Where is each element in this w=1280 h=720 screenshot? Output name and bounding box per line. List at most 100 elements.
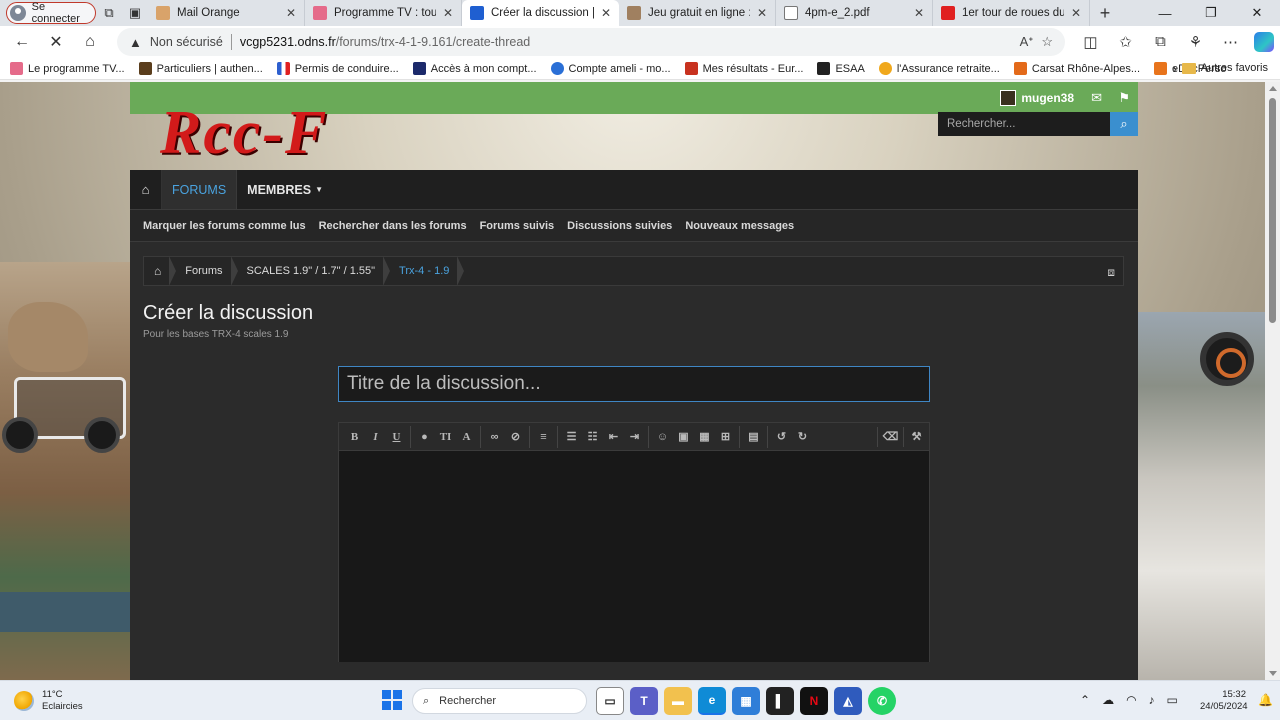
- cloud-icon[interactable]: ☁: [1102, 693, 1114, 707]
- chevron-up-icon[interactable]: ⌃: [1080, 693, 1090, 707]
- outdent-icon[interactable]: ⇤: [603, 427, 624, 447]
- home-icon[interactable]: ⌂: [130, 170, 162, 209]
- warning-icon[interactable]: ▲: [129, 35, 142, 50]
- read-aloud-icon[interactable]: Aᐩ: [1020, 34, 1034, 50]
- whatsapp-icon[interactable]: ✆: [868, 687, 896, 715]
- url-host[interactable]: vcgp5231.odns.fr: [240, 35, 336, 49]
- bullet-list-icon[interactable]: ☰: [561, 427, 582, 447]
- save-draft-icon[interactable]: ▤: [743, 427, 764, 447]
- favorite-item[interactable]: Carsat Rhône-Alpes...: [1013, 62, 1140, 75]
- close-tab-icon[interactable]: ✕: [601, 6, 611, 20]
- link-icon[interactable]: ∞: [484, 427, 505, 447]
- flag-icon[interactable]: ⚑: [1118, 90, 1130, 106]
- home-icon[interactable]: ⌂: [73, 28, 107, 56]
- minimize-icon[interactable]: —: [1142, 0, 1188, 26]
- scroll-up-icon[interactable]: [1269, 86, 1277, 91]
- photo-app-icon[interactable]: ◭: [834, 687, 862, 715]
- favorite-star-icon[interactable]: ☆: [1041, 34, 1053, 50]
- favorite-item[interactable]: Particuliers | authen...: [138, 62, 263, 75]
- edge-icon[interactable]: e: [698, 687, 726, 715]
- subnav-watched-forums[interactable]: Forums suivis: [480, 220, 555, 232]
- undo-icon[interactable]: ↺: [771, 427, 792, 447]
- media-icon[interactable]: ▦: [694, 427, 715, 447]
- eraser-icon[interactable]: ⌫: [877, 426, 903, 447]
- windows-start-icon[interactable]: [382, 690, 402, 710]
- close-tab-icon[interactable]: ✕: [757, 6, 767, 20]
- breadcrumb-home-icon[interactable]: ⌂: [144, 256, 177, 286]
- wifi-icon[interactable]: ◠: [1126, 693, 1136, 707]
- smiley-icon[interactable]: ☺: [652, 427, 673, 447]
- favorite-item[interactable]: ESAA: [817, 62, 865, 75]
- favorite-item[interactable]: Mes résultats - Eur...: [684, 62, 803, 75]
- security-label[interactable]: Non sécurisé: [150, 35, 223, 49]
- browser-tab[interactable]: 4pm-e_2.pdf ✕: [776, 0, 933, 26]
- breadcrumb-item[interactable]: SCALES 1.9" / 1.7" / 1.55": [237, 256, 390, 286]
- thread-title-input[interactable]: [338, 366, 930, 402]
- store-icon[interactable]: ▦: [732, 687, 760, 715]
- editor-text-area[interactable]: [339, 451, 929, 662]
- sitemap-icon[interactable]: ⧈: [1107, 265, 1115, 280]
- indent-icon[interactable]: ⇥: [624, 427, 645, 447]
- wrench-icon[interactable]: ⚒: [903, 426, 929, 447]
- battery-icon[interactable]: ▭: [1167, 693, 1178, 707]
- scroll-thumb[interactable]: [1269, 98, 1276, 323]
- favorite-item[interactable]: Permis de conduire...: [276, 62, 399, 75]
- restore-icon[interactable]: ❐: [1188, 0, 1234, 26]
- align-icon[interactable]: ≡: [533, 427, 554, 447]
- browser-tab[interactable]: Jeu gratuit en ligne : ZEI ✕: [619, 0, 776, 26]
- chevron-right-icon[interactable]: ›: [1173, 61, 1177, 76]
- notification-bell-icon[interactable]: 🔔: [1258, 693, 1273, 707]
- favorites-icon[interactable]: ✩: [1108, 33, 1143, 51]
- address-bar[interactable]: ▲ Non sécurisé vcgp5231.odns.fr /forums/…: [117, 28, 1065, 56]
- new-tab-button[interactable]: +: [1090, 3, 1120, 24]
- bold-icon[interactable]: B: [344, 427, 365, 447]
- tab-actions-icon[interactable]: ▣: [122, 2, 148, 24]
- envelope-icon[interactable]: ✉: [1091, 90, 1102, 106]
- favorite-item[interactable]: l'Assurance retraite...: [878, 62, 1000, 75]
- profile-button[interactable]: Se connecter: [6, 1, 96, 25]
- file-explorer-icon[interactable]: ▬: [664, 687, 692, 715]
- breadcrumb-item[interactable]: Forums: [175, 256, 238, 286]
- tab-members[interactable]: MEMBRES ▼: [237, 170, 333, 209]
- close-tab-icon[interactable]: ✕: [1071, 6, 1081, 20]
- subnav-mark-read[interactable]: Marquer les forums comme lus: [143, 220, 306, 232]
- speaker-icon[interactable]: ♪: [1149, 693, 1155, 707]
- stop-loading-icon[interactable]: ✕: [39, 28, 73, 56]
- browser-tab-active[interactable]: Créer la discussion | Rcc ✕: [462, 0, 619, 26]
- teams-icon[interactable]: T: [630, 687, 658, 715]
- unlink-icon[interactable]: ⊘: [505, 427, 526, 447]
- workspaces-icon[interactable]: ⧉: [96, 2, 122, 24]
- vertical-scrollbar[interactable]: [1265, 82, 1280, 680]
- terminal-icon[interactable]: ▌: [766, 687, 794, 715]
- insert-icon[interactable]: ⊞: [715, 427, 736, 447]
- browser-tab[interactable]: Mail Orange ✕: [148, 0, 305, 26]
- subnav-watched-threads[interactable]: Discussions suivies: [567, 220, 672, 232]
- close-tab-icon[interactable]: ✕: [286, 6, 296, 20]
- netflix-icon[interactable]: N: [800, 687, 828, 715]
- font-size-icon[interactable]: TI: [435, 427, 456, 447]
- subnav-search-forums[interactable]: Rechercher dans les forums: [319, 220, 467, 232]
- weather-widget[interactable]: 11°C Eclaircies: [14, 689, 83, 713]
- close-window-icon[interactable]: ✕: [1234, 0, 1280, 26]
- task-view-icon[interactable]: ▭: [596, 687, 624, 715]
- image-icon[interactable]: ▣: [673, 427, 694, 447]
- close-tab-icon[interactable]: ✕: [443, 6, 453, 20]
- site-logo[interactable]: Rcc-F: [160, 108, 328, 158]
- browser-tab[interactable]: Programme TV : toute la ✕: [305, 0, 462, 26]
- text-color-icon[interactable]: ●: [414, 427, 435, 447]
- underline-icon[interactable]: U: [386, 427, 407, 447]
- subnav-new-posts[interactable]: Nouveaux messages: [685, 220, 794, 232]
- redo-icon[interactable]: ↻: [792, 427, 813, 447]
- breadcrumb-current[interactable]: Trx-4 - 1.9: [389, 256, 465, 286]
- other-favorites[interactable]: Autres favoris: [1181, 62, 1268, 74]
- url-path[interactable]: /forums/trx-4-1-9.161/create-thread: [336, 35, 531, 49]
- clock[interactable]: 15:32 24/05/2024: [1200, 689, 1248, 713]
- font-family-icon[interactable]: A: [456, 427, 477, 447]
- search-icon[interactable]: ⌕: [1110, 112, 1138, 136]
- numbered-list-icon[interactable]: ☷: [582, 427, 603, 447]
- close-tab-icon[interactable]: ✕: [914, 6, 924, 20]
- extensions-icon[interactable]: ⚘: [1178, 33, 1213, 51]
- favorite-item[interactable]: Accès à mon compt...: [412, 62, 537, 75]
- favorite-item[interactable]: Compte ameli - mo...: [550, 62, 671, 75]
- scroll-down-icon[interactable]: [1269, 671, 1277, 676]
